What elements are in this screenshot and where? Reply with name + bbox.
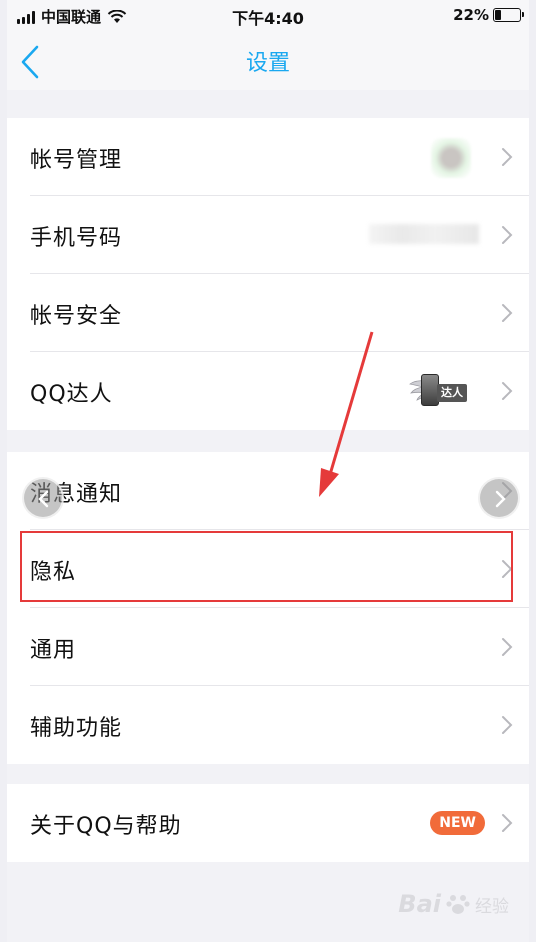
status-bar: 中国联通 下午4:40 22% [7, 0, 529, 32]
qq-expert-row[interactable]: QQ达人 达人 [7, 352, 529, 430]
watermark: Bai 经验 [398, 890, 509, 918]
row-label: 帐号管理 [30, 148, 123, 173]
chevron-right-icon [502, 304, 513, 322]
notifications-row[interactable]: 消息通知 [7, 452, 529, 530]
expert-badge: 达人 [409, 372, 475, 408]
row-label: 隐私 [30, 560, 77, 585]
battery-level [495, 10, 501, 20]
phone-number-row[interactable]: 手机号码 [7, 196, 529, 274]
account-security-row[interactable]: 帐号安全 [7, 274, 529, 352]
chevron-right-icon [502, 814, 513, 832]
battery-percent: 22% [453, 6, 489, 24]
row-label: QQ达人 [30, 382, 113, 407]
row-label: 手机号码 [30, 226, 123, 251]
accessibility-row[interactable]: 辅助功能 [7, 686, 529, 764]
settings-screen: 中国联通 下午4:40 22% 设置 帐号管理 手机号码 帐号安全 QQ达人 达… [7, 0, 529, 942]
row-label: 关于QQ与帮助 [30, 814, 182, 839]
status-right: 22% [453, 6, 524, 24]
previous-image-button[interactable] [22, 477, 64, 519]
next-image-button[interactable] [478, 477, 520, 519]
chevron-left-icon [38, 490, 49, 508]
about-help-row[interactable]: 关于QQ与帮助 NEW [7, 784, 529, 862]
row-label: 辅助功能 [30, 716, 123, 741]
navigation-bar: 设置 [7, 32, 529, 90]
chevron-right-icon [502, 226, 513, 244]
chevron-right-icon [495, 490, 506, 508]
chevron-right-icon [502, 382, 513, 400]
new-badge: NEW [430, 811, 485, 835]
chevron-right-icon [502, 560, 513, 578]
watermark-suffix: 经验 [475, 896, 509, 917]
general-row[interactable]: 通用 [7, 608, 529, 686]
expert-tag: 达人 [437, 384, 467, 402]
paw-icon [446, 895, 470, 914]
status-time: 下午4:40 [232, 9, 304, 28]
preferences-group: 消息通知 隐私 通用 辅助功能 [7, 452, 529, 764]
chevron-right-icon [502, 638, 513, 656]
account-management-row[interactable]: 帐号管理 [7, 118, 529, 196]
privacy-row[interactable]: 隐私 [7, 530, 529, 608]
phone-number-value [369, 224, 479, 244]
about-group: 关于QQ与帮助 NEW [7, 784, 529, 862]
battery-icon [493, 8, 524, 22]
watermark-brand: Bai [398, 890, 441, 918]
page-title: 设置 [245, 51, 290, 76]
row-label: 通用 [30, 638, 77, 663]
chevron-right-icon [502, 716, 513, 734]
row-label: 帐号安全 [30, 304, 123, 329]
chevron-right-icon [502, 148, 513, 166]
avatar [431, 138, 471, 178]
account-group: 帐号管理 手机号码 帐号安全 QQ达人 达人 [7, 118, 529, 430]
